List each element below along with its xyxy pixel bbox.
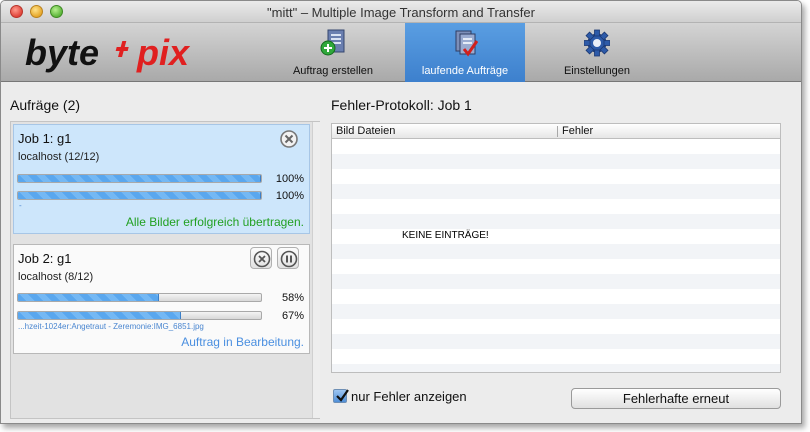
only-errors-checkbox[interactable] (333, 389, 349, 403)
file-progress-bar (17, 311, 262, 320)
error-log-title: Fehler-Protokoll: Job 1 (331, 97, 472, 113)
job-progress-percent: 100% (275, 173, 304, 185)
gear-icon (584, 29, 610, 57)
file-progress-percent: 100% (275, 190, 304, 202)
title-bar: "mitt" – Multiple Image Transform and Tr… (1, 1, 801, 23)
jobs-panel: Aufräge (2) Job 1: g1 localhost (12/12) … (10, 97, 320, 419)
only-errors-label: nur Fehler anzeigen (351, 389, 467, 404)
toolbar-settings[interactable]: Einstellungen (537, 23, 657, 82)
checkmark-icon (336, 389, 349, 402)
cancel-icon (253, 250, 271, 268)
job-title: Job 1: g1 (18, 131, 72, 146)
table-row (332, 334, 780, 349)
file-progress-bar (17, 191, 262, 200)
cancel-icon (280, 130, 298, 148)
table-row (332, 304, 780, 319)
window-title: "mitt" – Multiple Image Transform and Tr… (267, 5, 535, 20)
pause-job-button[interactable] (277, 247, 299, 269)
current-file: - (19, 201, 22, 210)
file-progress-percent: 67% (281, 310, 304, 322)
toolbar-running-jobs[interactable]: laufende Aufträge (405, 23, 525, 82)
table-header: Bild Dateien Fehler (332, 124, 780, 139)
column-separator[interactable] (557, 126, 558, 137)
toolbar-create-job[interactable]: Auftrag erstellen (273, 23, 393, 82)
svg-text:byte: byte (25, 32, 99, 73)
table-row (332, 364, 780, 372)
table-body: KEINE EINTRÄGE! (332, 139, 780, 372)
job-card-2[interactable]: Job 2: g1 localhost (8/12) 58% 67% ...hz… (13, 244, 310, 354)
job-list-scrollbar[interactable] (312, 122, 320, 418)
add-document-icon (320, 29, 345, 56)
error-log-panel: Fehler-Protokoll: Job 1 Bild Dateien Feh… (331, 97, 783, 415)
job-list[interactable]: Job 1: g1 localhost (12/12) 100% 100% - … (10, 121, 320, 419)
job-host: localhost (8/12) (18, 271, 94, 283)
column-header-files[interactable]: Bild Dateien (336, 125, 395, 137)
toolbar: byte pix Auftrag erstellen laufende Auft… (1, 23, 801, 82)
app-window: "mitt" – Multiple Image Transform and Tr… (0, 0, 802, 424)
job-status: Auftrag in Bearbeitung. (181, 335, 304, 349)
svg-text:pix: pix (136, 32, 191, 73)
pause-icon (280, 250, 298, 268)
error-log-table[interactable]: Bild Dateien Fehler KEINE EINTRÄGE! (331, 123, 781, 373)
job-host: localhost (12/12) (18, 151, 100, 163)
job-progress-bar (17, 174, 262, 183)
table-row (332, 274, 780, 289)
column-header-errors[interactable]: Fehler (562, 125, 593, 137)
table-row (332, 184, 780, 199)
bytepix-logo: byte pix (25, 32, 191, 73)
cancel-job-button[interactable] (250, 247, 272, 269)
table-row (332, 154, 780, 169)
job-status: Alle Bilder erfolgreich übertragen. (125, 215, 304, 229)
empty-message: KEINE EINTRÄGE! (402, 230, 489, 241)
job-card-1[interactable]: Job 1: g1 localhost (12/12) 100% 100% - … (13, 124, 310, 234)
retry-failed-button[interactable]: Fehlerhafte erneut (571, 388, 781, 409)
current-file: ...hzeit-1024er:Angetraut - Zeremonie:IM… (18, 322, 204, 331)
jobs-panel-title: Aufräge (2) (10, 97, 81, 113)
cancel-job-button[interactable] (278, 128, 300, 150)
job-progress-bar (17, 293, 262, 302)
table-row (332, 214, 780, 229)
table-row (332, 244, 780, 259)
job-title: Job 2: g1 (18, 251, 72, 266)
job-progress-percent: 58% (281, 292, 304, 304)
running-jobs-icon (455, 30, 478, 57)
